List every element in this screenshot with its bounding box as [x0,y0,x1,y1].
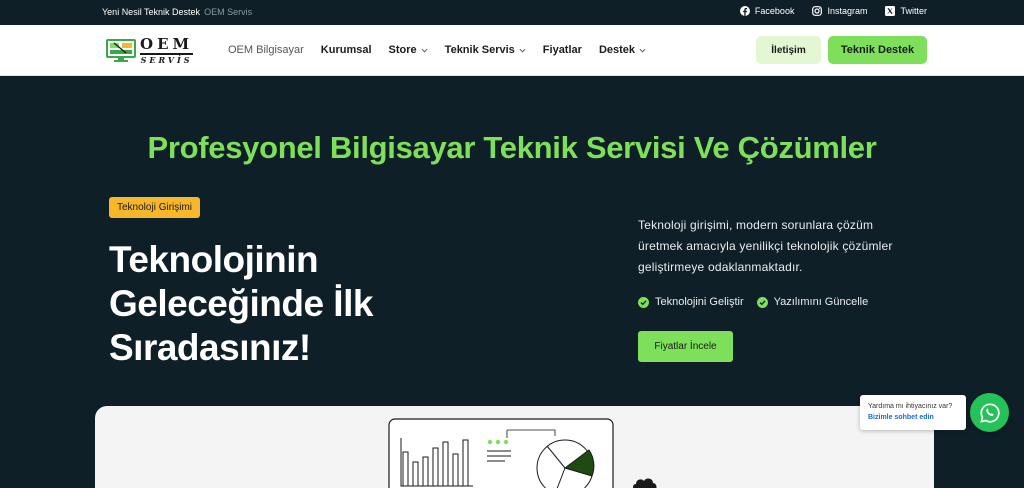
hero-checklist: Teknolojini Geliştir Yazılımını Güncelle [638,296,868,308]
check-circle-icon [638,296,649,308]
nav-label: Fiyatlar [542,44,582,56]
chevron-down-icon [639,48,646,52]
top-bar-tagline: Yeni Nesil Teknik Destek OEM Servis [102,7,252,17]
nav-item-oem-bilgisayar[interactable]: OEM Bilgisayar [228,44,304,56]
instagram-link[interactable]: Instagram [812,6,867,16]
nav-label: Teknik Servis [444,44,515,56]
nav-item-destek[interactable]: Destek [599,44,646,56]
tech-support-button[interactable]: Teknik Destek [828,36,927,64]
site-logo[interactable]: OEM SERVİS [106,35,194,65]
nav-label: Store [388,44,417,56]
nav-item-teknik-servis[interactable]: Teknik Servis [445,44,526,56]
check-circle-icon [756,296,768,308]
nav-label: Destek [598,44,636,56]
chat-tooltip[interactable]: Yardıma mı ihtiyacınız var? Bizimle sohb… [860,395,966,430]
hero-description: Teknoloji girişimi, modern sorunlara çöz… [638,218,893,274]
top-bar: Yeni Nesil Teknik Destek OEM Servis Face… [0,0,1024,25]
logo-brand: OEM [140,35,194,53]
main-header: OEM SERVİS OEM Bilgisayar Kurumsal Store… [0,25,1024,76]
check-label: Teknolojini Geliştir [655,296,744,308]
x-twitter-icon [885,6,896,16]
chat-link[interactable]: Bizimle sohbet edin [868,414,934,421]
hero-headline: Teknolojinin Geleceğinde İlk Sıradasınız… [109,239,373,368]
facebook-icon [739,6,750,16]
site-name-text: OEM Servis [204,7,253,17]
hero-title: Profesyonel Bilgisayar Teknik Servisi Ve… [147,130,877,165]
nav-label: Kurumsal [320,44,372,56]
whatsapp-icon [979,402,1000,423]
check-label: Yazılımını Güncelle [773,296,869,308]
main-nav: OEM Bilgisayar Kurumsal Store Teknik Ser… [228,25,646,75]
facebook-label: Facebook [754,6,795,16]
check-item: Yazılımını Güncelle [756,296,869,308]
contact-button[interactable]: İletişim [756,36,821,64]
hero-badge: Teknoloji Girişimi [109,197,201,218]
nav-item-store[interactable]: Store [389,44,428,56]
chevron-down-icon [421,48,428,52]
check-item: Teknolojini Geliştir [638,296,744,308]
nav-item-fiyatlar[interactable]: Fiyatlar [543,44,582,56]
facebook-link[interactable]: Facebook [739,6,795,16]
monitor-logo-icon [106,38,136,62]
tagline-text: Yeni Nesil Teknik Destek [102,7,201,17]
logo-sub: SERVİS [140,53,194,65]
analytics-illustration [388,418,614,488]
social-links: Facebook Instagram Twitter [739,6,927,16]
nav-label: OEM Bilgisayar [228,44,304,56]
chevron-down-icon [519,48,526,52]
whatsapp-button[interactable] [970,393,1009,432]
view-pricing-button[interactable]: Fiyatlar İncele [638,331,733,362]
cloud-decoration-icon [633,478,657,488]
twitter-label: Twitter [900,6,927,16]
logo-wordmark: OEM SERVİS [140,35,194,65]
twitter-link[interactable]: Twitter [885,6,927,16]
nav-item-kurumsal[interactable]: Kurumsal [321,44,372,56]
chat-prompt: Yardıma mı ihtiyacınız var? [868,403,953,410]
instagram-icon [812,6,823,16]
instagram-label: Instagram [827,6,868,16]
